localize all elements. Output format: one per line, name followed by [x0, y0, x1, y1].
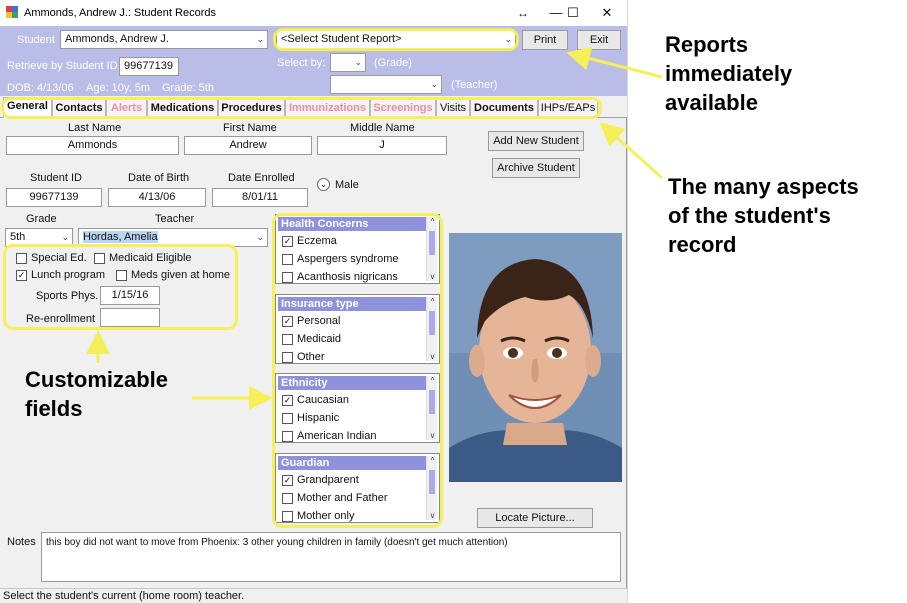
annotation-line: fields: [25, 396, 83, 421]
arrow-reports: [566, 46, 663, 79]
annotation-reports: Reports immediately available: [665, 30, 792, 117]
annotation-line: Reports: [665, 32, 749, 57]
arrow-aspects: [599, 121, 664, 180]
annotation-custom: Customizable fields: [25, 365, 168, 423]
annotation-line: record: [668, 232, 737, 257]
annotation-line: The many aspects: [668, 174, 859, 199]
annotation-line: immediately: [665, 61, 793, 86]
annotation-line: of the student's: [668, 203, 831, 228]
annotation-aspects: The many aspects of the student's record: [668, 172, 859, 259]
annotation-line: Customizable: [25, 367, 169, 392]
annotation-line: available: [665, 90, 758, 115]
